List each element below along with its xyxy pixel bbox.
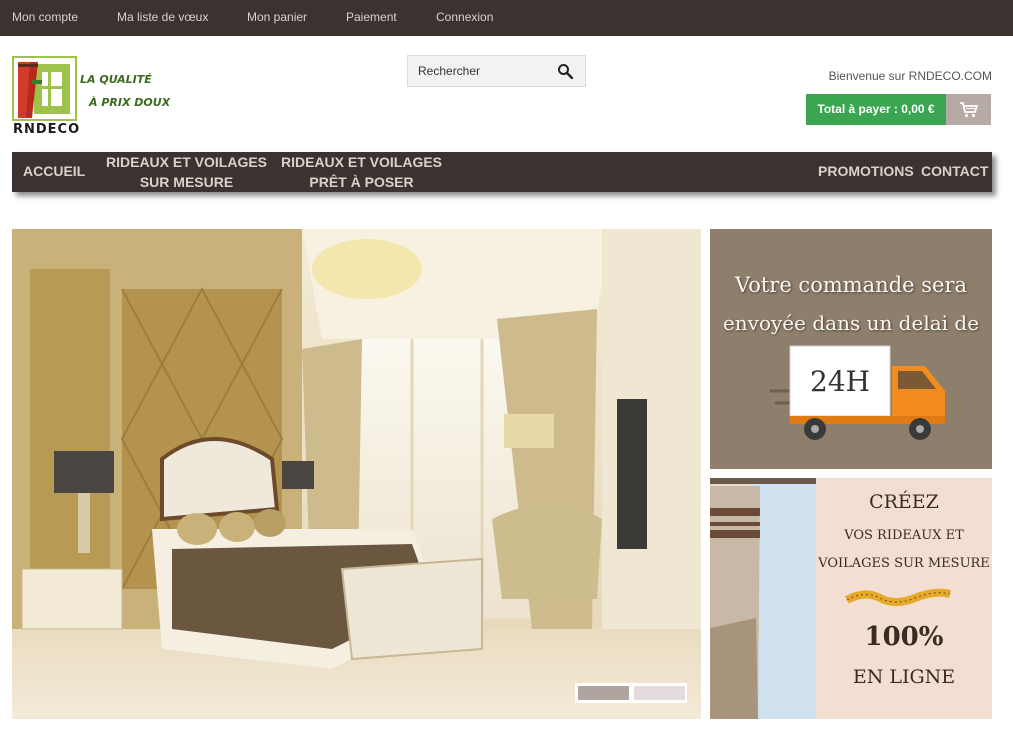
search-icon[interactable] <box>557 63 573 79</box>
my-account-link[interactable]: Mon compte <box>12 10 78 24</box>
nav-ready-curtains[interactable]: RIDEAUX ET VOILAGES PRÊT À POSER <box>281 152 442 192</box>
slider-dot-1[interactable] <box>578 686 629 700</box>
site-logo[interactable]: RNDECO LA QUALITÉ À PRIX DOUX <box>12 56 182 138</box>
cart-button[interactable] <box>946 94 991 125</box>
nav-promotions[interactable]: PROMOTIONS <box>818 161 914 181</box>
cart-total-button[interactable]: Total à payer : 0,00 € <box>806 94 946 125</box>
slider-dot-2[interactable] <box>634 686 685 700</box>
cart-icon <box>960 102 979 118</box>
hero-slider-image[interactable] <box>12 229 701 719</box>
login-link[interactable]: Connexion <box>436 10 493 24</box>
nav-ready-line1: RIDEAUX ET VOILAGES <box>281 154 443 170</box>
nav-ready-line2: PRÊT À POSER <box>309 174 414 190</box>
custom-curtains-banner[interactable]: CRÉEZ VOS RIDEAUX ET VOILAGES SUR MESURE… <box>710 478 992 719</box>
main-navigation: ACCUEIL RIDEAUX ET VOILAGES SUR MESURE R… <box>12 152 992 192</box>
delivery-time-badge: 24H <box>810 365 871 398</box>
logo-brand-text: RNDECO <box>13 122 81 137</box>
bedroom-photo <box>12 229 701 719</box>
custom-line1: CRÉEZ <box>869 491 939 513</box>
payment-link[interactable]: Paiement <box>346 10 397 24</box>
delivery-line1: Votre commande sera <box>734 273 968 297</box>
delivery-banner[interactable]: Votre commande sera envoyée dans un dela… <box>710 229 992 469</box>
custom-line3: VOILAGES SUR MESURE <box>818 556 990 571</box>
search-box[interactable]: Rechercher <box>407 55 586 87</box>
top-navigation-bar: Mon compte Ma liste de vœux Mon panier P… <box>0 0 1013 36</box>
nav-contact[interactable]: CONTACT <box>921 161 988 181</box>
measuring-tape-icon <box>845 588 952 606</box>
delivery-line2: envoyée dans un delai de <box>722 311 980 335</box>
my-cart-link[interactable]: Mon panier <box>247 10 307 24</box>
wishlist-link[interactable]: Ma liste de vœux <box>117 10 208 24</box>
nav-custom-curtains[interactable]: RIDEAUX ET VOILAGES SUR MESURE <box>106 152 267 192</box>
nav-custom-line2: SUR MESURE <box>139 174 234 190</box>
slider-pagination <box>575 683 687 703</box>
curtain-photo <box>710 478 816 719</box>
welcome-message: Bienvenue sur RNDECO.COM <box>828 69 992 83</box>
custom-line2: VOS RIDEAUX ET <box>844 528 964 543</box>
logo-tagline-line2: À PRIX DOUX <box>89 96 171 109</box>
custom-line5: EN LIGNE <box>852 666 956 688</box>
nav-custom-line1: RIDEAUX ET VOILAGES <box>106 154 268 170</box>
logo-tagline-line1: LA QUALITÉ <box>80 73 152 86</box>
search-input[interactable]: Rechercher <box>418 64 480 78</box>
custom-line4: 100% <box>864 622 944 652</box>
nav-home[interactable]: ACCUEIL <box>23 161 85 181</box>
